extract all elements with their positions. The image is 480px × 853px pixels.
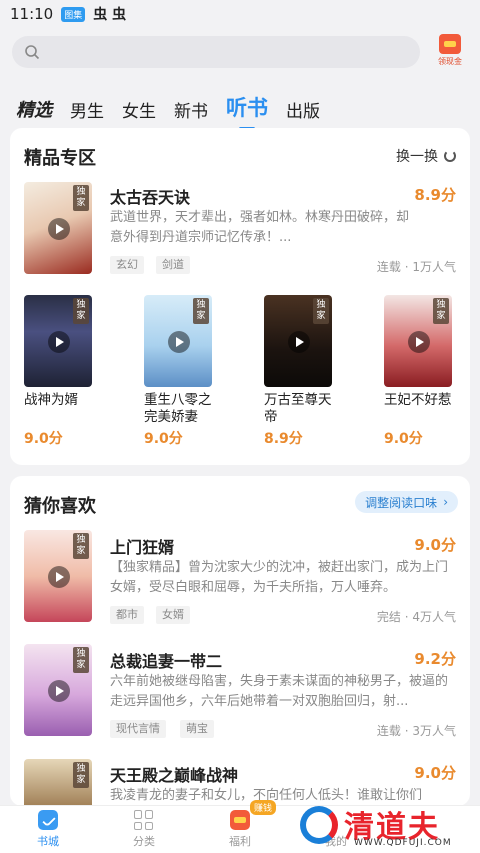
book-title[interactable]: 王妃不好惹 <box>384 392 462 409</box>
book-cover[interactable]: 独家 <box>384 295 452 387</box>
book-title[interactable]: 上门狂婿 <box>110 534 174 558</box>
book-cover[interactable]: 独家 <box>24 295 92 387</box>
book-meta: 完结 · 4万人气 <box>376 610 456 624</box>
book-cover[interactable]: 独家 <box>24 182 92 274</box>
adjust-taste-button[interactable]: 调整阅读口味 › <box>355 491 458 513</box>
book-title[interactable]: 万古至尊天帝 <box>264 392 342 426</box>
book-cover[interactable]: 独家 <box>24 759 92 806</box>
play-icon[interactable] <box>288 331 310 353</box>
bookstore-icon <box>38 810 58 830</box>
tab-male[interactable]: 男生 <box>70 97 104 122</box>
book-tag[interactable]: 都市 <box>110 606 144 624</box>
gift-icon <box>439 34 461 54</box>
nav-label: 福利 <box>229 835 251 848</box>
exclusive-badge: 独家 <box>73 533 89 559</box>
tab-published[interactable]: 出版 <box>286 97 320 122</box>
section-title: 猜你喜欢 <box>24 496 96 517</box>
book-meta: 连载 · 1万人气 <box>376 260 456 274</box>
exclusive-badge: 独家 <box>313 298 329 324</box>
nav-label: 书城 <box>37 835 59 848</box>
book-score: 9.2分 <box>414 650 456 668</box>
book-score: 8.9分 <box>414 186 456 204</box>
nav-categories[interactable]: 分类 <box>104 810 184 849</box>
app-notification-tag: 图集 <box>61 6 86 22</box>
refresh-label: 换一换 <box>396 149 438 165</box>
book-description: 【独家精品】曾为沈家大少的沈冲，被赶出家门，成为上门女婿，受尽白眼和屈辱，为千夫… <box>110 560 449 595</box>
book-cover[interactable]: 独家 <box>24 530 92 622</box>
book-tag[interactable]: 萌宝 <box>180 720 214 738</box>
exclusive-badge: 独家 <box>433 298 449 324</box>
section-title: 精品专区 <box>24 148 96 169</box>
channel-tabs: 精选 男生 女生 新书 听书 出版 <box>16 82 338 130</box>
watermark-url: WWW.QDFUJI.COM <box>354 838 452 848</box>
book-title[interactable]: 总裁追妻一带二 <box>110 648 222 672</box>
book-description: 武道世界，天才辈出，强者如林。林寒丹田破碎，却意外得到丹道宗师记忆传承！... <box>110 210 410 245</box>
book-title[interactable]: 战神为婿 <box>24 392 102 409</box>
book-score: 9.0分 <box>414 764 456 782</box>
tab-audiobooks[interactable]: 听书 <box>226 92 268 130</box>
tab-female[interactable]: 女生 <box>122 97 156 122</box>
book-score: 9.0分 <box>414 536 456 554</box>
book-title[interactable]: 重生八零之完美娇妻 <box>144 392 222 426</box>
book-score: 9.0分 <box>24 431 63 447</box>
tab-featured[interactable]: 精选 <box>16 96 52 122</box>
nav-bookstore[interactable]: 书城 <box>8 810 88 849</box>
book-meta: 连载 · 3万人气 <box>376 724 456 738</box>
book-score: 9.0分 <box>384 431 423 447</box>
status-time: 11:10 <box>10 5 54 23</box>
book-cover[interactable]: 独家 <box>24 644 92 736</box>
book-tag[interactable]: 现代言情 <box>110 720 166 738</box>
cash-reward-button[interactable]: 领现金 <box>432 34 468 70</box>
watermark: 清道夫 WWW.QDFUJI.COM <box>300 800 476 850</box>
exclusive-badge: 独家 <box>73 762 89 788</box>
search-input[interactable] <box>40 44 420 60</box>
exclusive-badge: 独家 <box>193 298 209 324</box>
book-tag[interactable]: 剑道 <box>156 256 190 274</box>
earn-badge: 赚钱 <box>250 800 277 815</box>
cash-reward-label: 领现金 <box>438 57 462 66</box>
exclusive-badge: 独家 <box>73 298 89 324</box>
play-icon[interactable] <box>48 566 70 588</box>
play-icon[interactable] <box>168 331 190 353</box>
play-icon[interactable] <box>48 218 70 240</box>
nav-label: 分类 <box>133 835 155 848</box>
notification-icons: 虫 虫 <box>93 7 127 23</box>
premium-section: 精品专区 换一换 独家 太古吞天诀 8.9分 武道世界，天才辈出，强者如林。林寒… <box>10 128 470 465</box>
play-icon[interactable] <box>48 680 70 702</box>
book-score: 8.9分 <box>264 431 303 447</box>
book-cover[interactable]: 独家 <box>264 295 332 387</box>
status-bar: 11:10 图集 虫 虫 <box>0 0 480 28</box>
book-cover[interactable]: 独家 <box>144 295 212 387</box>
search-icon <box>25 45 40 60</box>
nav-welfare[interactable]: 福利 <box>200 810 280 849</box>
gift-icon <box>230 810 250 830</box>
book-tag[interactable]: 玄幻 <box>110 256 144 274</box>
tab-new-books[interactable]: 新书 <box>174 97 208 122</box>
watermark-logo-icon <box>300 806 338 844</box>
refresh-icon <box>444 150 456 162</box>
book-tag[interactable]: 女婿 <box>156 606 190 624</box>
exclusive-badge: 独家 <box>73 185 89 211</box>
play-icon[interactable] <box>48 331 70 353</box>
book-description: 六年前她被继母陷害，失身于素未谋面的神秘男子，被逼的走远异国他乡，六年后她带着一… <box>110 674 449 709</box>
chevron-right-icon: › <box>443 495 448 509</box>
grid-icon <box>134 810 154 830</box>
recommend-section: 猜你喜欢 调整阅读口味 › 独家 上门狂婿 9.0分 【独家精品】曾为沈家大少的… <box>10 476 470 806</box>
book-title[interactable]: 天王殿之巅峰战神 <box>110 762 238 786</box>
book-score: 9.0分 <box>144 431 183 447</box>
search-bar[interactable] <box>12 36 420 68</box>
exclusive-badge: 独家 <box>73 647 89 673</box>
play-icon[interactable] <box>408 331 430 353</box>
refresh-button[interactable]: 换一换 <box>396 146 456 166</box>
adjust-taste-label: 调整阅读口味 <box>365 495 438 510</box>
book-title[interactable]: 太古吞天诀 <box>110 184 190 208</box>
